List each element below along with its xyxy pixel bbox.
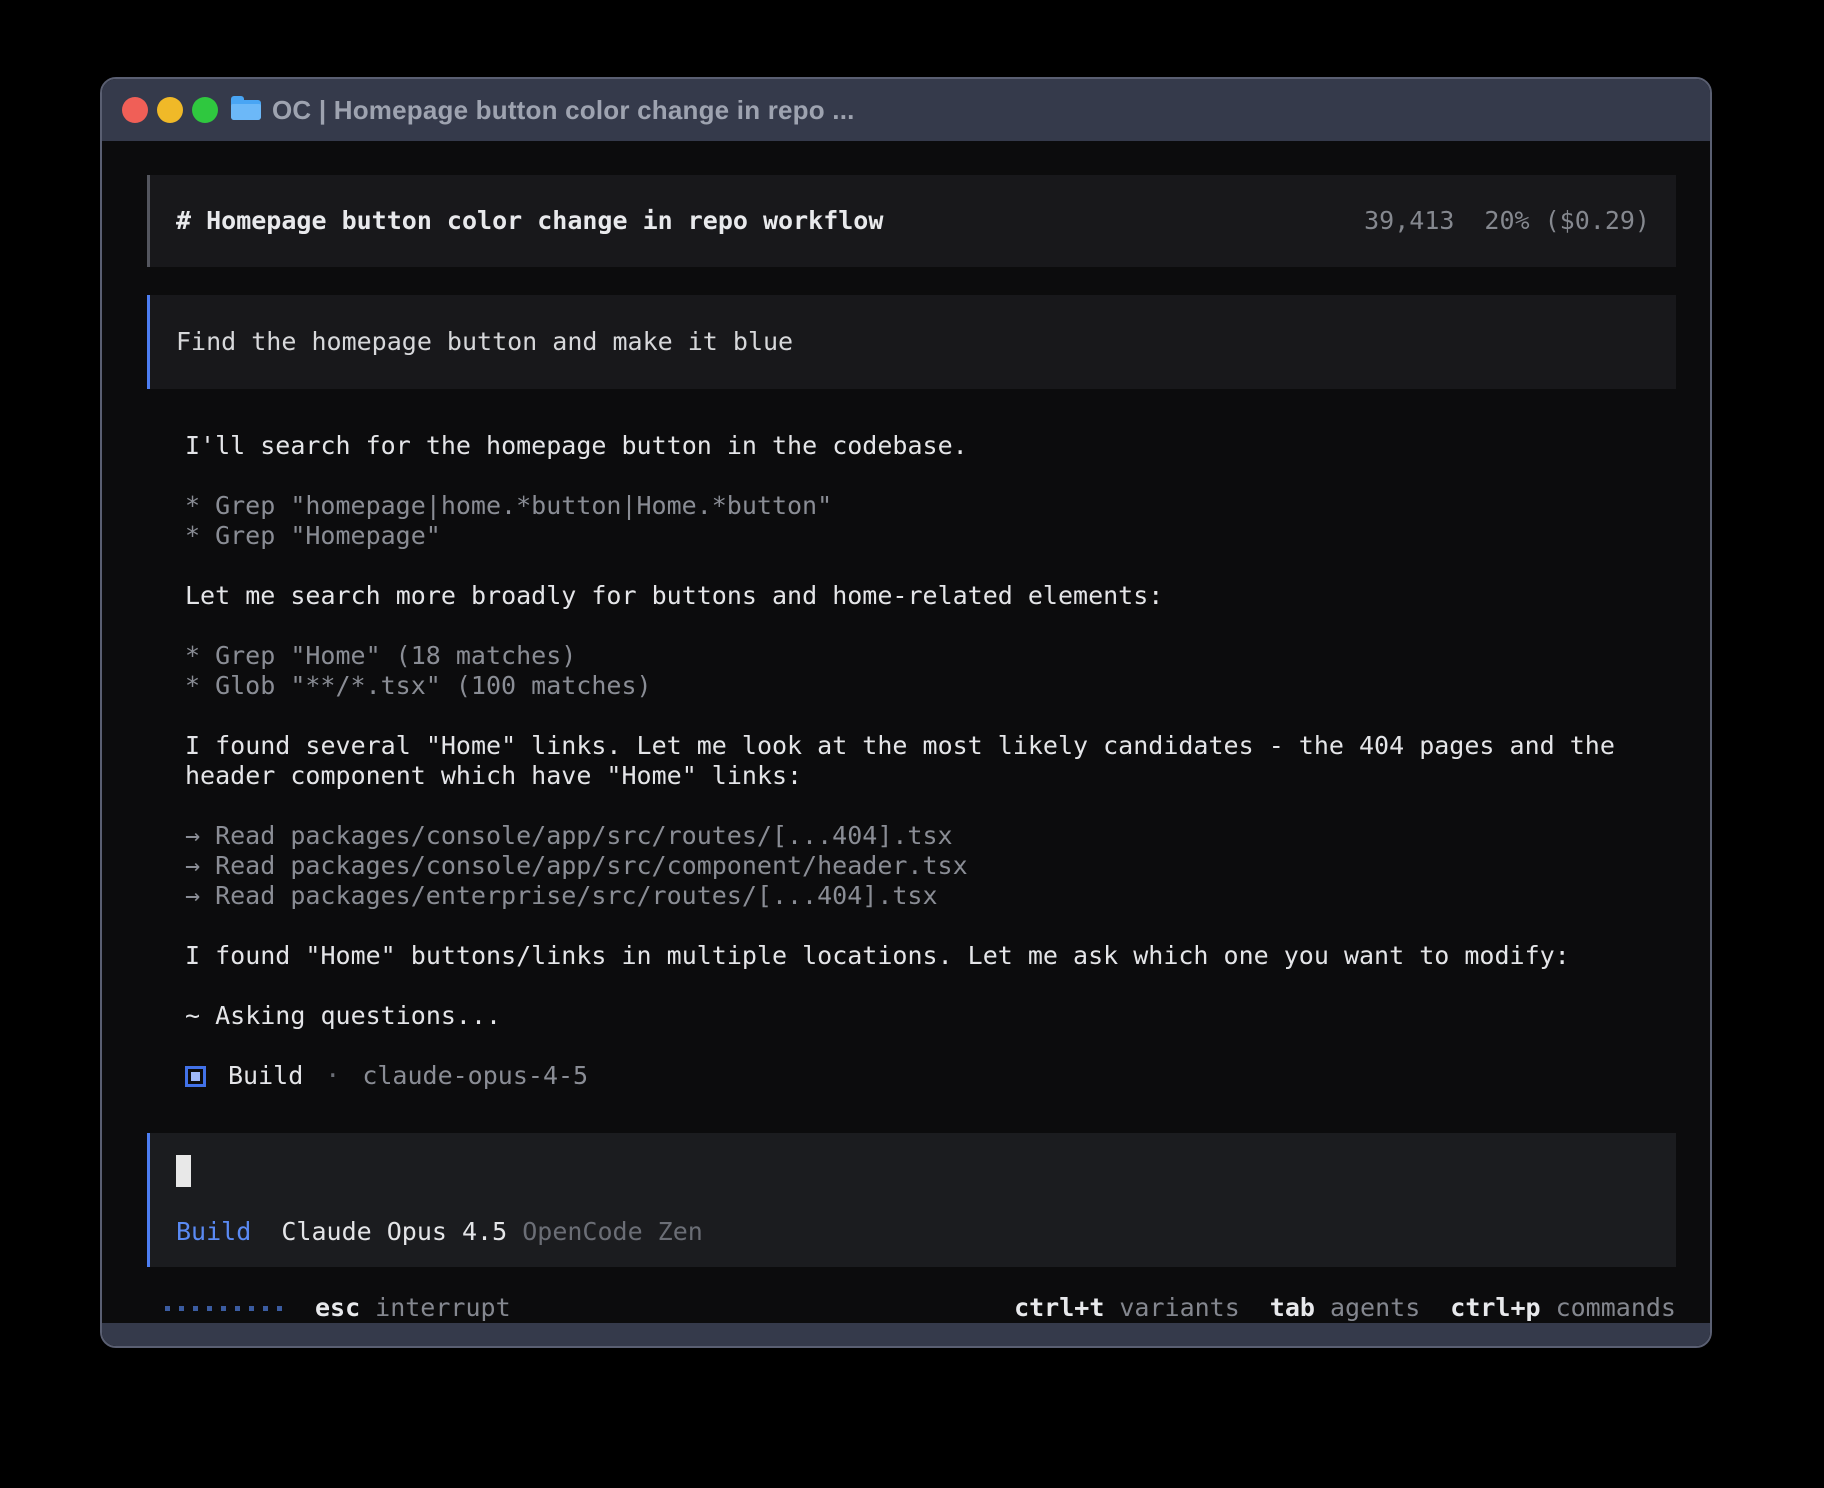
asterisk-icon: * — [185, 491, 200, 521]
arrow-right-icon: → — [185, 821, 200, 851]
session-title: # Homepage button color change in repo w… — [176, 206, 883, 236]
text-cursor — [176, 1155, 191, 1187]
asterisk-icon: * — [185, 641, 200, 671]
agent-square-icon — [185, 1066, 206, 1087]
tool-call: * Grep "Home" (18 matches) — [185, 641, 1676, 671]
minimize-button[interactable] — [157, 97, 183, 123]
status-bar-right: ctrl+t variants tab agents ctrl+p comman… — [1014, 1293, 1676, 1323]
agent-name: Build — [228, 1061, 303, 1091]
terminal-window: OC | Homepage button color change in rep… — [100, 77, 1712, 1348]
tool-call: * Glob "**/*.tsx" (100 matches) — [185, 671, 1676, 701]
asterisk-icon: * — [185, 521, 200, 551]
arrow-right-icon: → — [185, 881, 200, 911]
terminal-content: # Homepage button color change in repo w… — [102, 141, 1710, 1323]
session-header: # Homepage button color change in repo w… — [147, 175, 1676, 267]
shortcut-commands: ctrl+p commands — [1450, 1293, 1676, 1323]
folder-icon — [231, 98, 261, 122]
tool-call-group: * Grep "Home" (18 matches) * Glob "**/*.… — [185, 641, 1676, 701]
tool-call-group: → Read packages/console/app/src/routes/[… — [185, 821, 1676, 911]
prompt-input[interactable]: Build Claude Opus 4.5 OpenCode Zen — [147, 1133, 1676, 1267]
agent-model: claude-opus-4-5 — [362, 1061, 588, 1091]
arrow-right-icon: → — [185, 851, 200, 881]
tool-call-group: * Grep "homepage|home.*button|Home.*butt… — [185, 491, 1676, 551]
model-label: Claude Opus 4.5 — [281, 1217, 507, 1247]
user-message-text: Find the homepage button and make it blu… — [176, 327, 793, 357]
token-count: 39,413 — [1364, 206, 1454, 236]
session-stats: 39,413 20% ($0.29) — [1364, 206, 1650, 236]
tool-call-label: Grep "Homepage" — [215, 521, 441, 551]
tool-call: * Grep "homepage|home.*button|Home.*butt… — [185, 491, 1676, 521]
esc-key: esc — [315, 1293, 360, 1323]
traffic-lights — [122, 97, 218, 123]
status-bar: esc interrupt ctrl+t variants tab agents… — [147, 1293, 1676, 1323]
tool-call: → Read packages/console/app/src/routes/[… — [185, 821, 1676, 851]
tool-call-label: Read packages/console/app/src/component/… — [215, 851, 968, 881]
tool-call: → Read packages/console/app/src/componen… — [185, 851, 1676, 881]
user-message: Find the homepage button and make it blu… — [147, 295, 1676, 389]
input-meta: Build Claude Opus 4.5 OpenCode Zen — [176, 1217, 1650, 1247]
tool-call: * Grep "Homepage" — [185, 521, 1676, 551]
window-title: OC | Homepage button color change in rep… — [272, 95, 855, 126]
assistant-paragraph: I found "Home" buttons/links in multiple… — [185, 941, 1676, 971]
mode-label: Build — [176, 1217, 251, 1247]
assistant-paragraph: Let me search more broadly for buttons a… — [185, 581, 1676, 611]
close-button[interactable] — [122, 97, 148, 123]
titlebar[interactable]: OC | Homepage button color change in rep… — [102, 79, 1710, 141]
tool-call-label: Grep "Home" (18 matches) — [215, 641, 576, 671]
shortcut-variants: ctrl+t variants — [1014, 1293, 1240, 1323]
window-bottom-frame — [102, 1323, 1710, 1347]
assistant-paragraph: I'll search for the homepage button in t… — [185, 431, 1676, 461]
spinner-dots-icon — [165, 1306, 282, 1311]
activity-status: ~ Asking questions... — [185, 1001, 1676, 1031]
zoom-button[interactable] — [192, 97, 218, 123]
separator-dot: · — [325, 1061, 340, 1091]
shortcut-interrupt: esc interrupt — [315, 1293, 511, 1323]
tool-call-label: Read packages/enterprise/src/routes/[...… — [215, 881, 937, 911]
shortcut-agents: tab agents — [1270, 1293, 1420, 1323]
agent-badge: Build · claude-opus-4-5 — [185, 1061, 1676, 1091]
status-bar-left: esc interrupt — [165, 1293, 511, 1323]
context-usage: 20% ($0.29) — [1484, 206, 1650, 236]
asterisk-icon: * — [185, 671, 200, 701]
provider-label: OpenCode Zen — [522, 1217, 703, 1247]
assistant-transcript: I'll search for the homepage button in t… — [147, 431, 1676, 1121]
assistant-paragraph: I found several "Home" links. Let me loo… — [185, 731, 1676, 791]
esc-label: interrupt — [375, 1293, 510, 1323]
tool-call: → Read packages/enterprise/src/routes/[.… — [185, 881, 1676, 911]
tool-call-label: Grep "homepage|home.*button|Home.*button… — [215, 491, 832, 521]
tool-call-label: Read packages/console/app/src/routes/[..… — [215, 821, 953, 851]
tool-call-label: Glob "**/*.tsx" (100 matches) — [215, 671, 652, 701]
